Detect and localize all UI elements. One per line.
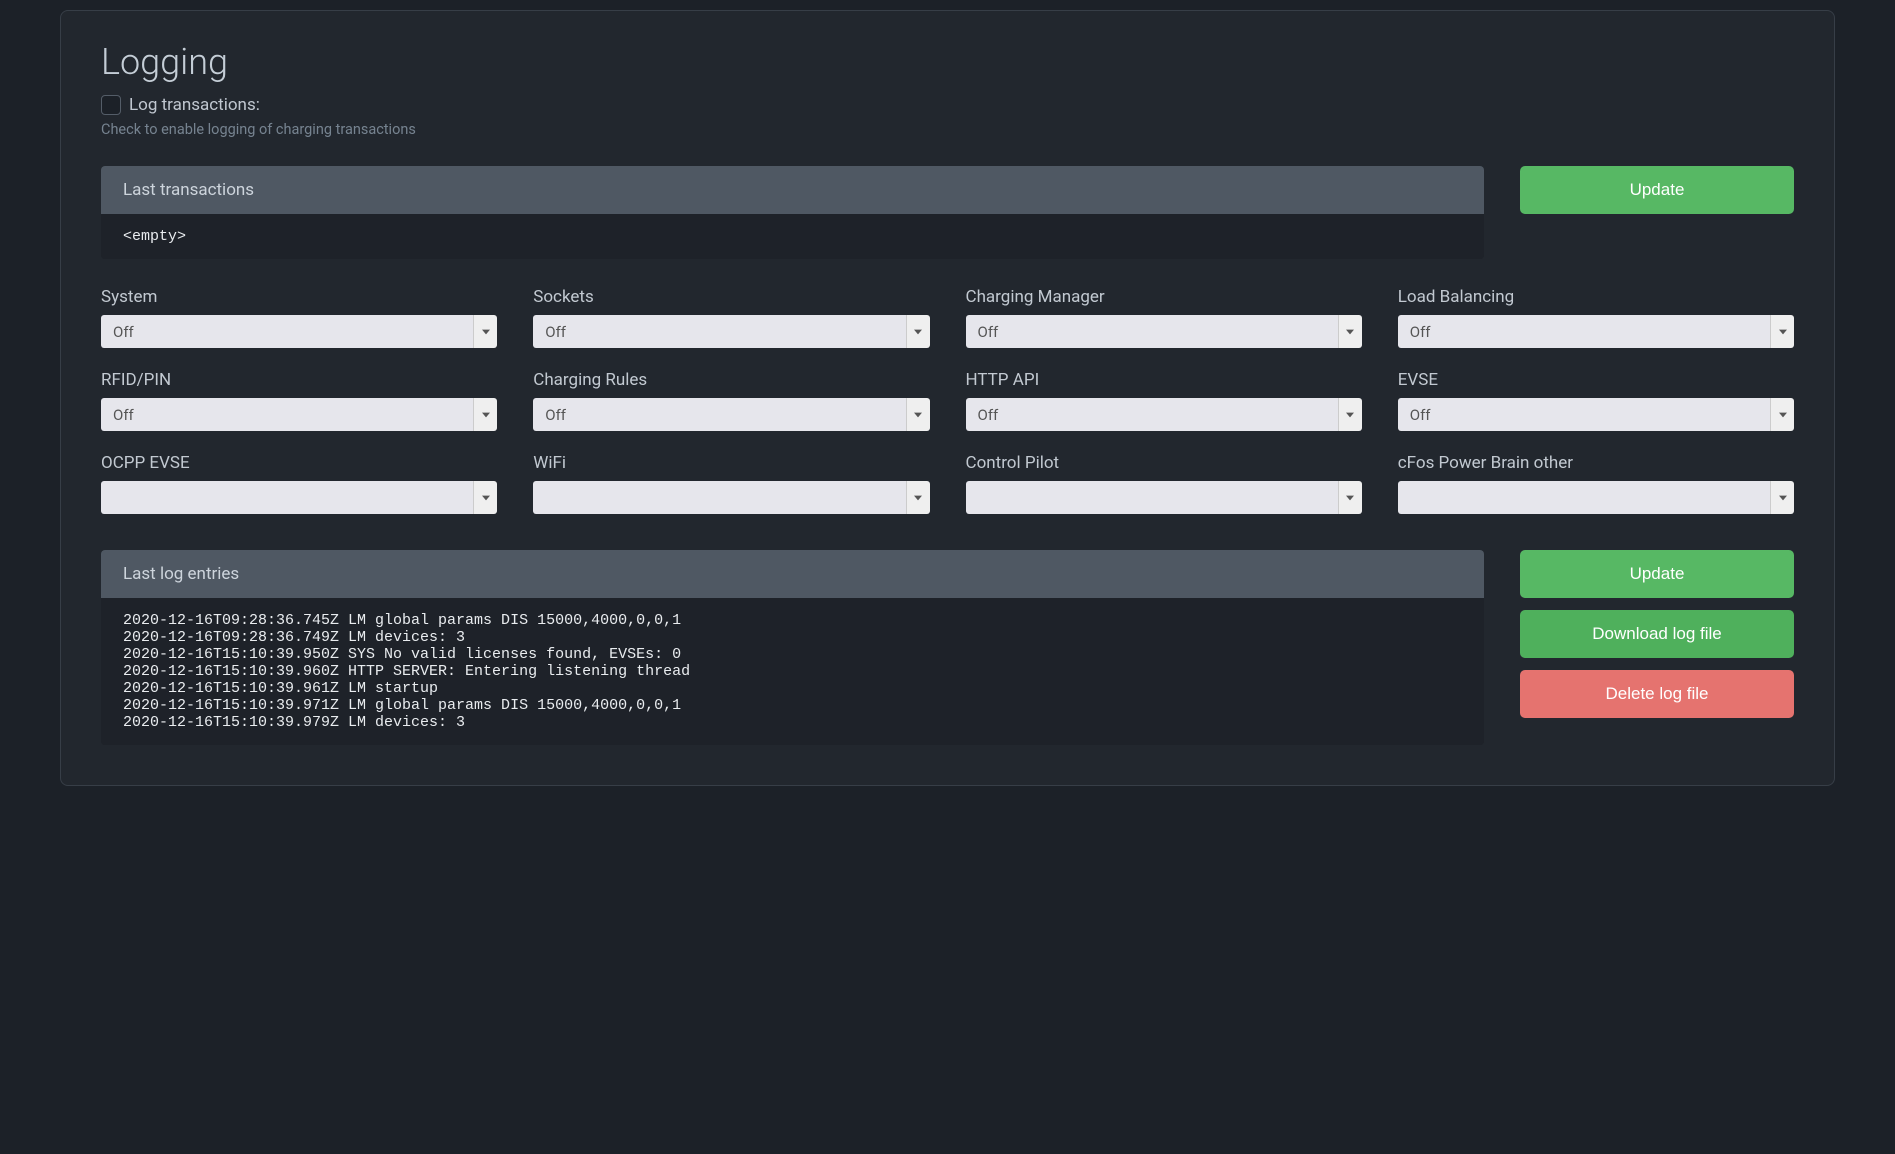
select-group-load-balancing: Load Balancing Off [1398,287,1794,348]
select-system[interactable]: Off [101,315,497,348]
update-log-button[interactable]: Update [1520,550,1794,598]
update-transactions-button[interactable]: Update [1520,166,1794,214]
chevron-down-icon [906,315,930,348]
chevron-down-icon [906,398,930,431]
last-transactions-panel: Last transactions <empty> [101,166,1484,259]
select-label-charging-manager: Charging Manager [966,287,1362,307]
select-group-cfos-power-brain-other: cFos Power Brain other [1398,453,1794,514]
last-log-header: Last log entries [101,550,1484,598]
chevron-down-icon [1338,398,1362,431]
chevron-down-icon [906,481,930,514]
select-value-charging-rules: Off [533,398,905,431]
delete-log-button[interactable]: Delete log file [1520,670,1794,718]
last-transactions-body: <empty> [101,214,1484,259]
select-label-load-balancing: Load Balancing [1398,287,1794,307]
select-value-sockets: Off [533,315,905,348]
download-log-button[interactable]: Download log file [1520,610,1794,658]
select-sockets[interactable]: Off [533,315,929,348]
select-value-charging-manager: Off [966,315,1338,348]
select-rfid-pin[interactable]: Off [101,398,497,431]
last-log-panel: Last log entries 2020-12-16T09:28:36.745… [101,550,1484,745]
select-charging-rules[interactable]: Off [533,398,929,431]
select-value-cfos-power-brain-other [1398,481,1770,514]
select-control-pilot[interactable] [966,481,1362,514]
select-group-control-pilot: Control Pilot [966,453,1362,514]
select-group-http-api: HTTP API Off [966,370,1362,431]
select-evse[interactable]: Off [1398,398,1794,431]
select-value-control-pilot [966,481,1338,514]
page-title: Logging [101,41,1794,83]
logging-card: Logging Log transactions: Check to enabl… [60,10,1835,786]
log-transactions-label: Log transactions: [129,95,260,115]
log-level-grid: SystemOffSocketsOffCharging ManagerOffLo… [101,287,1794,514]
select-group-wifi: WiFi [533,453,929,514]
select-group-sockets: Sockets Off [533,287,929,348]
select-group-rfid-pin: RFID/PIN Off [101,370,497,431]
chevron-down-icon [1338,315,1362,348]
select-group-charging-manager: Charging Manager Off [966,287,1362,348]
select-ocpp-evse[interactable] [101,481,497,514]
select-group-evse: EVSE Off [1398,370,1794,431]
select-label-evse: EVSE [1398,370,1794,390]
select-label-ocpp-evse: OCPP EVSE [101,453,497,473]
select-value-system: Off [101,315,473,348]
chevron-down-icon [473,398,497,431]
select-label-system: System [101,287,497,307]
select-value-ocpp-evse [101,481,473,514]
log-transactions-help: Check to enable logging of charging tran… [101,121,1794,138]
select-value-wifi [533,481,905,514]
chevron-down-icon [1770,398,1794,431]
select-http-api[interactable]: Off [966,398,1362,431]
chevron-down-icon [1770,481,1794,514]
chevron-down-icon [473,315,497,348]
select-value-http-api: Off [966,398,1338,431]
select-cfos-power-brain-other[interactable] [1398,481,1794,514]
select-label-http-api: HTTP API [966,370,1362,390]
select-value-rfid-pin: Off [101,398,473,431]
chevron-down-icon [1770,315,1794,348]
select-label-charging-rules: Charging Rules [533,370,929,390]
select-label-cfos-power-brain-other: cFos Power Brain other [1398,453,1794,473]
select-value-evse: Off [1398,398,1770,431]
select-charging-manager[interactable]: Off [966,315,1362,348]
select-load-balancing[interactable]: Off [1398,315,1794,348]
select-group-ocpp-evse: OCPP EVSE [101,453,497,514]
chevron-down-icon [473,481,497,514]
last-log-body[interactable]: 2020-12-16T09:28:36.745Z LM global param… [101,598,1484,745]
select-group-charging-rules: Charging Rules Off [533,370,929,431]
log-transactions-checkbox[interactable] [101,95,121,115]
select-wifi[interactable] [533,481,929,514]
select-label-sockets: Sockets [533,287,929,307]
select-label-rfid-pin: RFID/PIN [101,370,497,390]
select-label-control-pilot: Control Pilot [966,453,1362,473]
chevron-down-icon [1338,481,1362,514]
log-transactions-row: Log transactions: [101,95,1794,115]
last-transactions-header: Last transactions [101,166,1484,214]
select-label-wifi: WiFi [533,453,929,473]
select-group-system: System Off [101,287,497,348]
select-value-load-balancing: Off [1398,315,1770,348]
